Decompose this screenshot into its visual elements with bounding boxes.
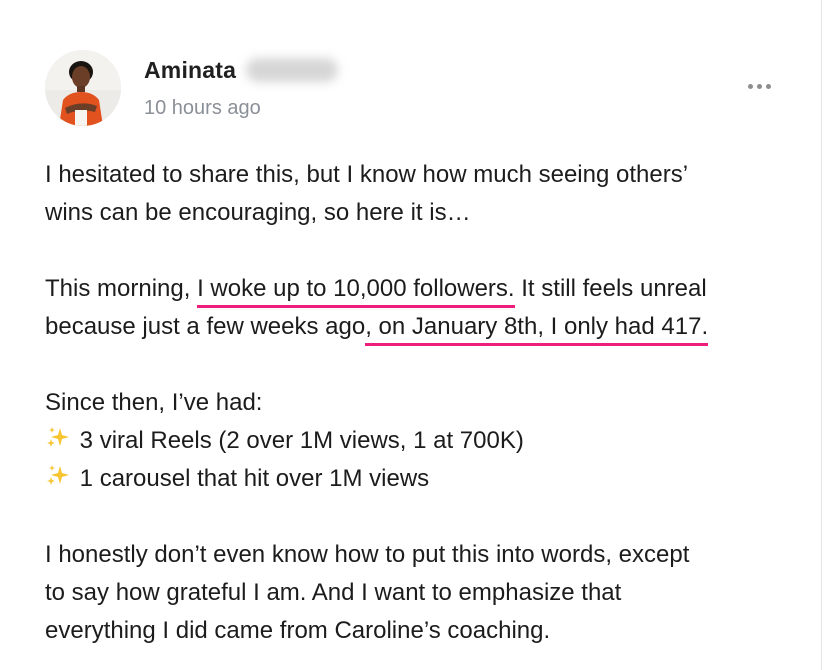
blurred-surname	[246, 58, 339, 82]
menu-dot	[765, 83, 771, 89]
list-item-text: 1 carousel that hit over 1M views	[79, 465, 430, 492]
author-name-row: Aminata	[144, 54, 339, 86]
post-card: Aminata 10 hours ago I hesitated to shar…	[0, 0, 822, 670]
sparkles-icon	[45, 463, 73, 489]
list-item-text: 3 viral Reels (2 over 1M views, 1 at 700…	[79, 427, 524, 454]
text-segment: This morning,	[45, 275, 191, 302]
paragraph-line: to say how grateful I am. And I want to …	[45, 579, 622, 606]
highlighted-text: I woke up to 10,000 followers.	[197, 275, 515, 308]
list-item: 1 carousel that hit over 1M views	[45, 460, 805, 498]
paragraph-line: because just a few weeks ago, on January…	[45, 308, 805, 346]
list-item: 3 viral Reels (2 over 1M views, 1 at 700…	[45, 422, 805, 460]
author-first-name[interactable]: Aminata	[144, 57, 236, 84]
menu-dot	[756, 83, 762, 89]
paragraph-line: This morning, I woke up to 10,000 follow…	[45, 270, 805, 308]
paragraph-line: wins can be encouraging, so here it is…	[45, 199, 471, 226]
menu-dot	[747, 83, 753, 89]
highlighted-text: , on January 8th, I only had 417.	[365, 313, 709, 346]
paragraph-line: I honestly don’t even know how to put th…	[45, 541, 690, 568]
post-body: I hesitated to share this, but I know ho…	[45, 156, 805, 650]
more-options-icon[interactable]	[740, 74, 778, 98]
text-segment: because just a few weeks ago	[45, 313, 366, 340]
paragraph-line: I hesitated to share this, but I know ho…	[45, 161, 689, 188]
paragraph-line: everything I did came from Caroline’s co…	[45, 617, 551, 644]
sparkles-icon	[45, 425, 73, 451]
post-timestamp: 10 hours ago	[144, 97, 261, 119]
avatar-image	[45, 50, 121, 126]
author-avatar[interactable]	[45, 50, 121, 126]
text-segment: It still feels unreal	[521, 275, 707, 302]
paragraph-line: Since then, I’ve had:	[45, 389, 263, 416]
